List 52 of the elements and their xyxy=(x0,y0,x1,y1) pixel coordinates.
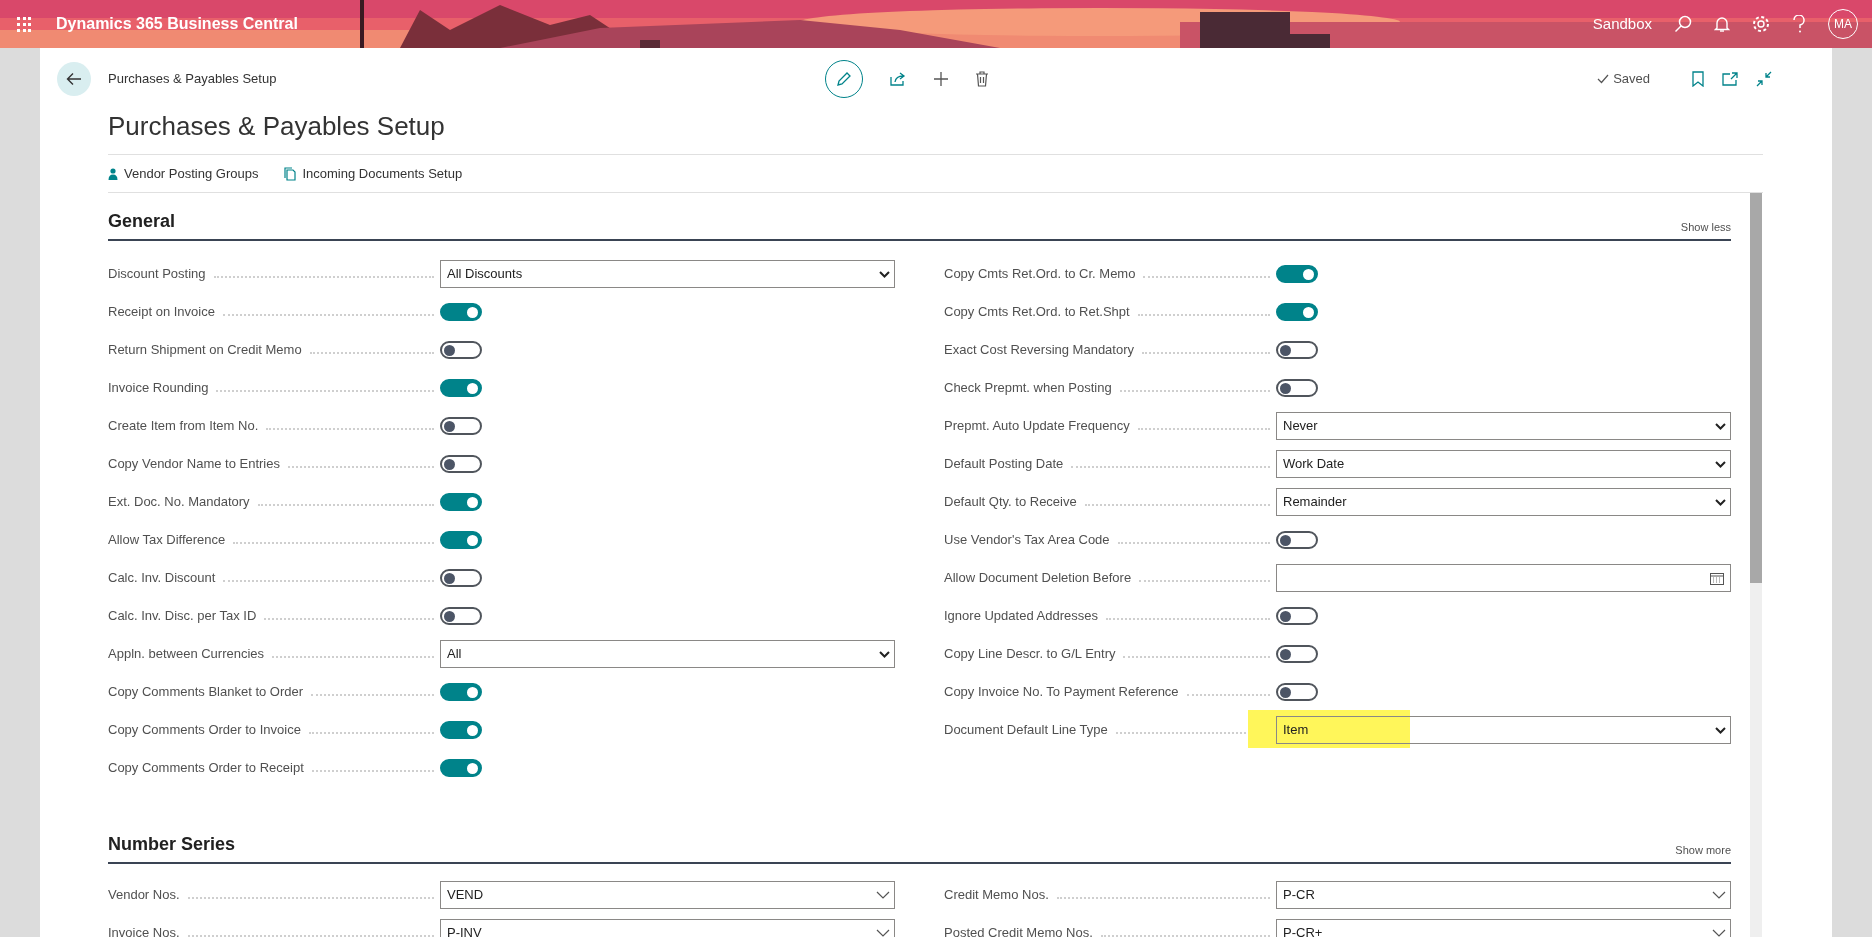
field-label: Check Prepmt. when Posting xyxy=(944,379,1113,398)
field-label: Exact Cost Reversing Mandatory xyxy=(944,341,1136,360)
dropdown-field[interactable]: Item xyxy=(1276,716,1731,744)
field-label: Copy Vendor Name to Entries xyxy=(108,455,281,474)
field-label: Invoice Rounding xyxy=(108,379,210,398)
field-label: Return Shipment on Credit Memo xyxy=(108,341,303,360)
field-label: Calc. Inv. Disc. per Tax ID xyxy=(108,607,258,626)
field-label: Discount Posting xyxy=(108,265,207,284)
field-label: Create Item from Item No. xyxy=(108,417,260,436)
dropdown-field[interactable]: Work Date xyxy=(1276,450,1731,478)
field-label: Prepmt. Auto Update Frequency xyxy=(944,417,1131,436)
field-label: Copy Cmts Ret.Ord. to Ret.Shpt xyxy=(944,303,1131,322)
field-label: Allow Tax Difference xyxy=(108,531,227,550)
field-label: Copy Line Descr. to G/L Entry xyxy=(944,645,1117,664)
field-label: Appln. between Currencies xyxy=(108,645,266,664)
field-label: Calc. Inv. Discount xyxy=(108,569,217,588)
field-label: Copy Cmts Ret.Ord. to Cr. Memo xyxy=(944,265,1137,284)
dropdown-field[interactable]: Never xyxy=(1276,412,1731,440)
section-title: Number Series xyxy=(108,833,236,856)
field-label: Vendor Nos. xyxy=(108,886,181,905)
field-label: Posted Credit Memo Nos. xyxy=(944,924,1094,937)
field-label: Invoice Nos. xyxy=(108,924,181,937)
field-label: Ext. Doc. No. Mandatory xyxy=(108,493,251,512)
app-title: Dynamics 365 Business Central xyxy=(56,14,298,34)
lookup-field[interactable]: P-CR+ xyxy=(1276,919,1731,937)
dropdown-field[interactable]: All Discounts xyxy=(440,260,895,288)
save-status: Saved xyxy=(1613,70,1650,89)
field-label: Copy Comments Order to Receipt xyxy=(108,759,305,778)
page-title: Purchases & Payables Setup xyxy=(108,110,445,142)
lookup-field[interactable]: P-CR xyxy=(1276,881,1731,909)
field-label: Default Qty. to Receive xyxy=(944,493,1078,512)
field-label: Copy Comments Blanket to Order xyxy=(108,683,305,702)
field-label: Copy Invoice No. To Payment Reference xyxy=(944,683,1180,702)
field-label: Ignore Updated Addresses xyxy=(944,607,1099,626)
field-label: Copy Comments Order to Invoice xyxy=(108,721,302,740)
environment-label: Sandbox xyxy=(1592,13,1652,34)
field-label: Document Default Line Type xyxy=(944,721,1109,740)
breadcrumb: Purchases & Payables Setup xyxy=(108,70,277,89)
action-link[interactable]: Vendor Posting Groups xyxy=(108,163,259,184)
dropdown-field[interactable]: All xyxy=(440,640,895,668)
field-label: Default Posting Date xyxy=(944,455,1065,474)
lookup-field[interactable]: VEND xyxy=(440,881,895,909)
show-toggle-link[interactable]: Show more xyxy=(1675,841,1731,858)
action-link[interactable]: Incoming Documents Setup xyxy=(284,163,463,184)
field-label: Receipt on Invoice xyxy=(108,303,216,322)
field-label: Credit Memo Nos. xyxy=(944,886,1050,905)
dropdown-field[interactable]: Remainder xyxy=(1276,488,1731,516)
field-label: Use Vendor's Tax Area Code xyxy=(944,531,1111,550)
section-title: General xyxy=(108,210,176,233)
lookup-field[interactable]: P-INV xyxy=(440,919,895,937)
field-label: Allow Document Deletion Before xyxy=(944,569,1133,588)
show-toggle-link[interactable]: Show less xyxy=(1680,218,1731,235)
